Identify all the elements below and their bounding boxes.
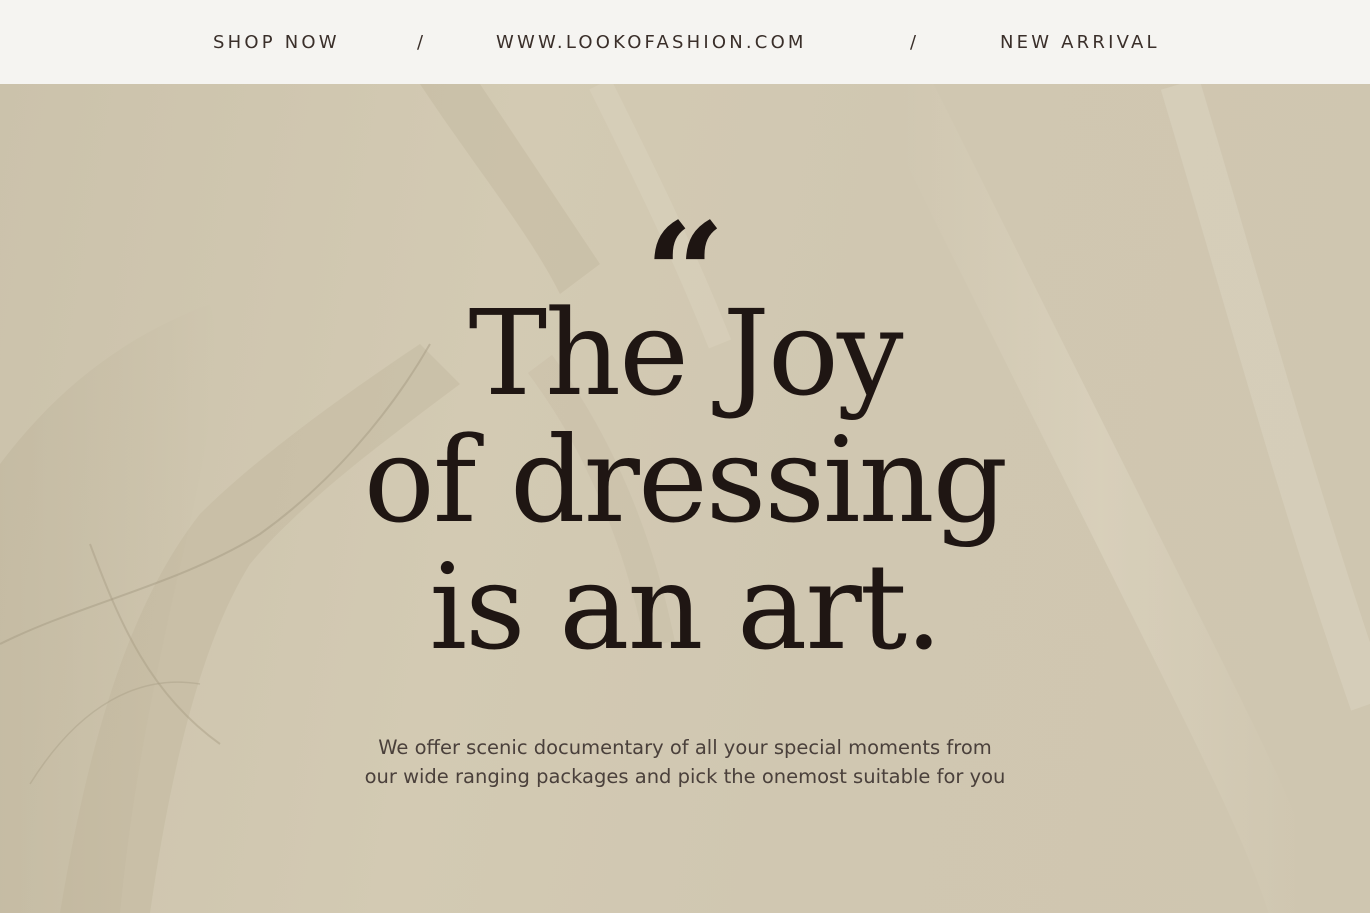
headline-line-3: is an art. (429, 538, 942, 676)
shop-now-link[interactable]: SHOP NOW (213, 32, 340, 53)
new-arrival-link[interactable]: NEW ARRIVAL (1000, 32, 1160, 53)
hero-section: “ The Joy of dressing is an art. We offe… (0, 84, 1370, 913)
description-line-2: our wide ranging packages and pick the o… (364, 765, 1006, 788)
nav-separator-1: / (417, 32, 424, 53)
hero-headline: The Joy of dressing is an art. (0, 290, 1370, 671)
headline-line-2: of dressing (363, 411, 1008, 549)
website-link[interactable]: WWW.LOOKOFASHION.COM (496, 32, 807, 53)
open-quote-icon: “ (644, 193, 726, 357)
description-line-1: We offer scenic documentary of all your … (378, 736, 992, 759)
top-nav-bar: SHOP NOW / WWW.LOOKOFASHION.COM / NEW AR… (0, 0, 1370, 84)
nav-separator-2: / (910, 32, 917, 53)
headline-line-1: The Joy (468, 284, 903, 422)
hero-description: We offer scenic documentary of all your … (0, 733, 1370, 791)
